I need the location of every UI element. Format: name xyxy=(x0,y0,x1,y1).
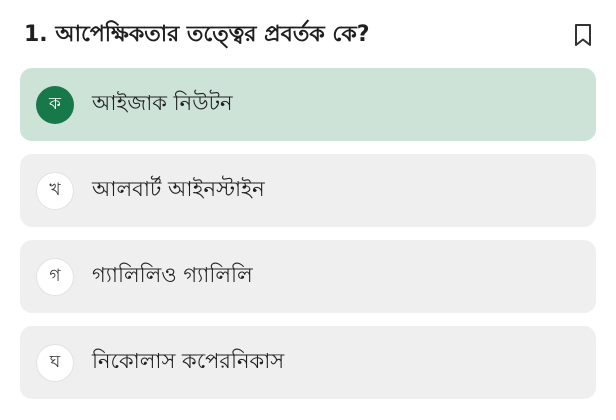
answer-option-4[interactable]: ঘ নিকোলাস কপেরনিকাস xyxy=(20,326,596,399)
answer-option-3[interactable]: গ গ্যালিলিও গ্যালিলি xyxy=(20,240,596,313)
bookmark-icon xyxy=(575,24,591,46)
answer-options: ক আইজাক নিউটন খ আলবার্ট আইনস্টাইন গ গ্যা… xyxy=(20,68,596,412)
answer-option-1[interactable]: ক আইজাক নিউটন xyxy=(20,68,596,141)
option-letter-badge: ঘ xyxy=(36,343,74,382)
option-label: নিকোলাস কপেরনিকাস xyxy=(92,349,285,373)
option-label: আলবার্ট আইনস্টাইন xyxy=(92,177,265,201)
answer-option-2[interactable]: খ আলবার্ট আইনস্টাইন xyxy=(20,154,596,227)
option-letter-badge: গ xyxy=(36,257,74,296)
quiz-screen: 1. আপেক্ষিকতার তত্ত্বের প্রবর্তক কে? ক আ… xyxy=(0,0,616,420)
option-label: আইজাক নিউটন xyxy=(92,91,233,115)
question-text: 1. আপেক্ষিকতার তত্ত্বের প্রবর্তক কে? xyxy=(24,21,370,47)
bookmark-button[interactable] xyxy=(570,20,596,50)
question-header: 1. আপেক্ষিকতার তত্ত্বের প্রবর্তক কে? xyxy=(24,18,596,52)
option-letter-badge: ক xyxy=(36,85,74,124)
option-letter-badge: খ xyxy=(36,171,74,210)
option-label: গ্যালিলিও গ্যালিলি xyxy=(92,263,253,287)
